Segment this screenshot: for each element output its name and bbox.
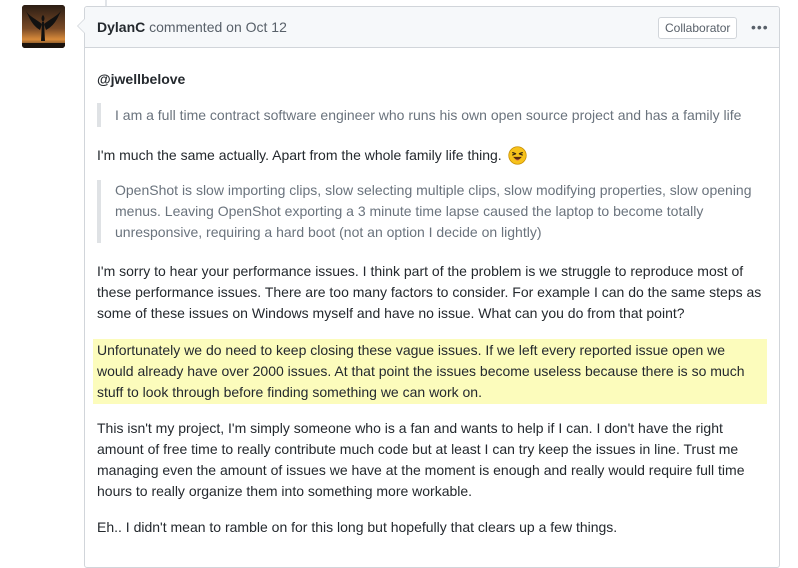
author-link[interactable]: DylanC	[97, 19, 145, 35]
paragraph: Eh.. I didn't mean to ramble on for this…	[97, 519, 618, 535]
highlighted-paragraph: Unfortunately we do need to keep closing…	[93, 339, 767, 404]
paragraph-text: I'm much the same actually. Apart from t…	[97, 147, 502, 163]
paragraph: I'm much the same actually. Apart from t…	[97, 145, 527, 166]
blockquote: OpenShot is slow importing clips, slow s…	[97, 180, 757, 243]
blockquote: I am a full time contract software engin…	[97, 103, 757, 127]
paragraph: This isn't my project, I'm simply someon…	[97, 420, 745, 499]
comment-box: DylanC commented on Oct 12 Collaborator …	[77, 6, 780, 568]
collaborator-badge: Collaborator	[658, 17, 738, 39]
user-mention[interactable]: @jwellbelove	[97, 69, 185, 90]
avatar-image	[22, 5, 65, 48]
laughing-face-icon	[508, 146, 527, 165]
comment-header: DylanC commented on Oct 12 Collaborator …	[85, 7, 779, 48]
avatar[interactable]	[22, 5, 65, 48]
comment-meta: DylanC commented on Oct 12	[97, 19, 287, 35]
comment-date[interactable]: commented on Oct 12	[149, 19, 287, 35]
paragraph: I'm sorry to hear your performance issue…	[97, 263, 762, 321]
kebab-horizontal-icon[interactable]: •••	[751, 20, 769, 34]
